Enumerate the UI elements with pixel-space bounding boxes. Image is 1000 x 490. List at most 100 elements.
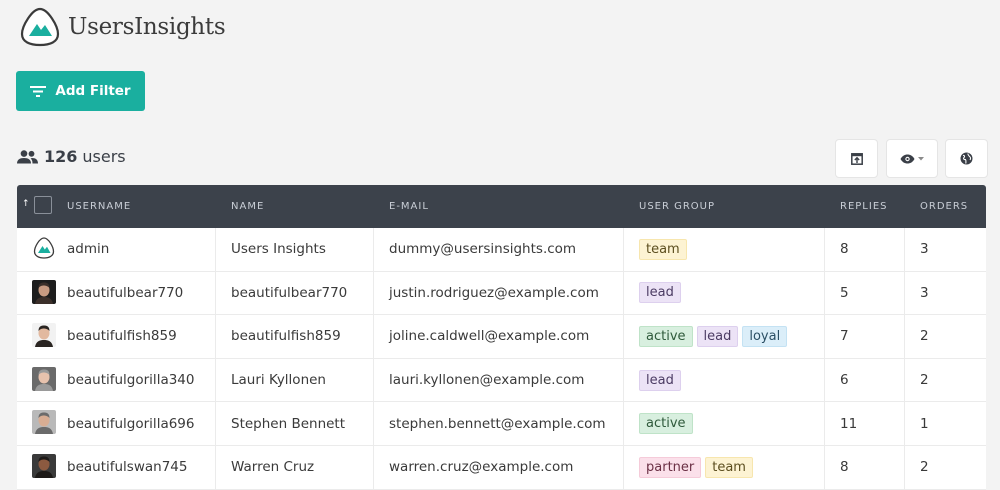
cell-replies: 8 [840, 459, 849, 476]
column-header-email[interactable]: E-MAIL [389, 201, 429, 212]
column-divider [373, 358, 374, 402]
cell-name: beautifulfish859 [231, 328, 341, 345]
column-header-username[interactable]: USERNAME [67, 201, 131, 212]
column-divider [824, 315, 825, 358]
cell-user-group: active [639, 402, 697, 445]
brand-name: UsersInsights [68, 14, 226, 40]
column-divider [373, 315, 374, 358]
cell-username[interactable]: beautifulgorilla696 [67, 402, 194, 445]
cell-name: Warren Cruz [231, 459, 315, 476]
cell-name: Users Insights [231, 241, 326, 258]
cell-email: lauri.kyllonen@example.com [389, 372, 585, 389]
user-group-tag: lead [696, 325, 739, 347]
user-group-tag: partner [639, 456, 702, 478]
user-group-tag: loyal [742, 325, 788, 347]
cell-replies: 6 [840, 372, 849, 389]
column-divider [215, 402, 216, 445]
cell-user-group: lead [639, 359, 685, 402]
cell-email: stephen.bennett@example.com [389, 415, 606, 432]
cell-username[interactable]: admin [67, 228, 109, 271]
cell-username[interactable]: beautifulbear770 [67, 272, 183, 315]
column-divider [215, 271, 216, 315]
column-divider [373, 402, 374, 445]
user-photo-icon [32, 366, 56, 391]
user-count-number: 126 [44, 147, 78, 166]
column-header-name[interactable]: NAME [231, 201, 264, 212]
cell-name: Lauri Kyllonen [231, 372, 326, 389]
app-logo[interactable]: UsersInsights [18, 6, 226, 48]
select-all-checkbox[interactable] [34, 196, 52, 214]
sort-indicator[interactable]: ↑ [22, 199, 31, 209]
column-divider [623, 228, 624, 271]
column-header-replies[interactable]: REPLIES [840, 201, 887, 212]
cell-replies: 11 [840, 415, 858, 432]
cell-username[interactable]: beautifulfish859 [67, 315, 177, 358]
cell-user-group: partner team [639, 446, 757, 489]
column-divider [215, 445, 216, 489]
table-row[interactable]: admin Users Insights dummy@usersinsights.c… [17, 228, 986, 272]
usersinsights-logo-icon [33, 237, 55, 259]
table-row[interactable]: beautifulbear770 beautifulbear770 justin.r… [17, 271, 986, 316]
avatar [32, 410, 56, 435]
cell-name: beautifulbear770 [231, 284, 348, 301]
cell-user-group: active lead loyal [639, 315, 791, 358]
column-divider [215, 315, 216, 358]
cell-orders: 2 [920, 459, 929, 476]
user-group-tag: lead [639, 282, 681, 304]
user-group-tag: active [639, 325, 693, 347]
cell-email: dummy@usersinsights.com [389, 241, 577, 258]
user-count: 126 users [17, 147, 126, 166]
table-row[interactable]: beautifulfish859 beautifulfish859 joline.c… [17, 315, 986, 359]
column-divider [623, 358, 624, 402]
export-button[interactable] [835, 139, 878, 178]
cell-user-group: lead [639, 272, 685, 315]
column-visibility-button[interactable] [886, 139, 938, 178]
avatar [32, 323, 56, 348]
column-divider [373, 228, 374, 271]
column-divider [904, 358, 905, 402]
cell-email: justin.rodriguez@example.com [389, 284, 599, 301]
column-divider [904, 271, 905, 315]
user-photo-icon [32, 323, 56, 348]
table-row[interactable]: beautifulswan745 Warren Cruz warren.cruz@e… [17, 445, 986, 490]
table-header: ↑ USERNAME NAME E-MAIL USER GROUP REPLIE… [17, 185, 986, 228]
column-divider [824, 445, 825, 489]
cell-user-group: team [639, 228, 691, 271]
column-divider [373, 271, 374, 315]
cell-email: joline.caldwell@example.com [389, 328, 590, 345]
cell-replies: 8 [840, 241, 849, 258]
column-divider [904, 402, 905, 445]
geo-map-button[interactable] [945, 139, 988, 178]
column-divider [904, 228, 905, 271]
add-filter-button[interactable]: Add Filter [16, 71, 145, 111]
cell-replies: 5 [840, 284, 849, 301]
eye-icon [900, 154, 915, 163]
cell-username[interactable]: beautifulgorilla340 [67, 359, 194, 402]
table-row[interactable]: beautifulgorilla696 Stephen Bennett stephe… [17, 402, 986, 446]
user-group-tag: team [639, 238, 687, 260]
cell-username[interactable]: beautifulswan745 [67, 446, 187, 489]
avatar [32, 453, 56, 478]
user-photo-icon [32, 453, 56, 478]
globe-icon [960, 152, 973, 165]
column-divider [623, 271, 624, 315]
user-group-tag: active [639, 413, 693, 435]
export-icon [850, 152, 863, 165]
cell-orders: 1 [920, 415, 929, 432]
avatar [32, 366, 56, 391]
users-icon [17, 149, 38, 163]
column-divider [824, 271, 825, 315]
column-header-orders[interactable]: ORDERS [920, 201, 968, 212]
column-header-user-group[interactable]: USER GROUP [639, 201, 715, 212]
column-divider [623, 315, 624, 358]
column-divider [824, 228, 825, 271]
column-divider [824, 358, 825, 402]
cell-orders: 3 [920, 284, 929, 301]
table-row[interactable]: beautifulgorilla340 Lauri Kyllonen lauri.k… [17, 358, 986, 403]
user-group-tag: team [705, 456, 753, 478]
cell-orders: 2 [920, 372, 929, 389]
column-divider [904, 445, 905, 489]
column-divider [215, 358, 216, 402]
user-photo-icon [32, 410, 56, 435]
usersinsights-logo-icon [20, 7, 60, 47]
